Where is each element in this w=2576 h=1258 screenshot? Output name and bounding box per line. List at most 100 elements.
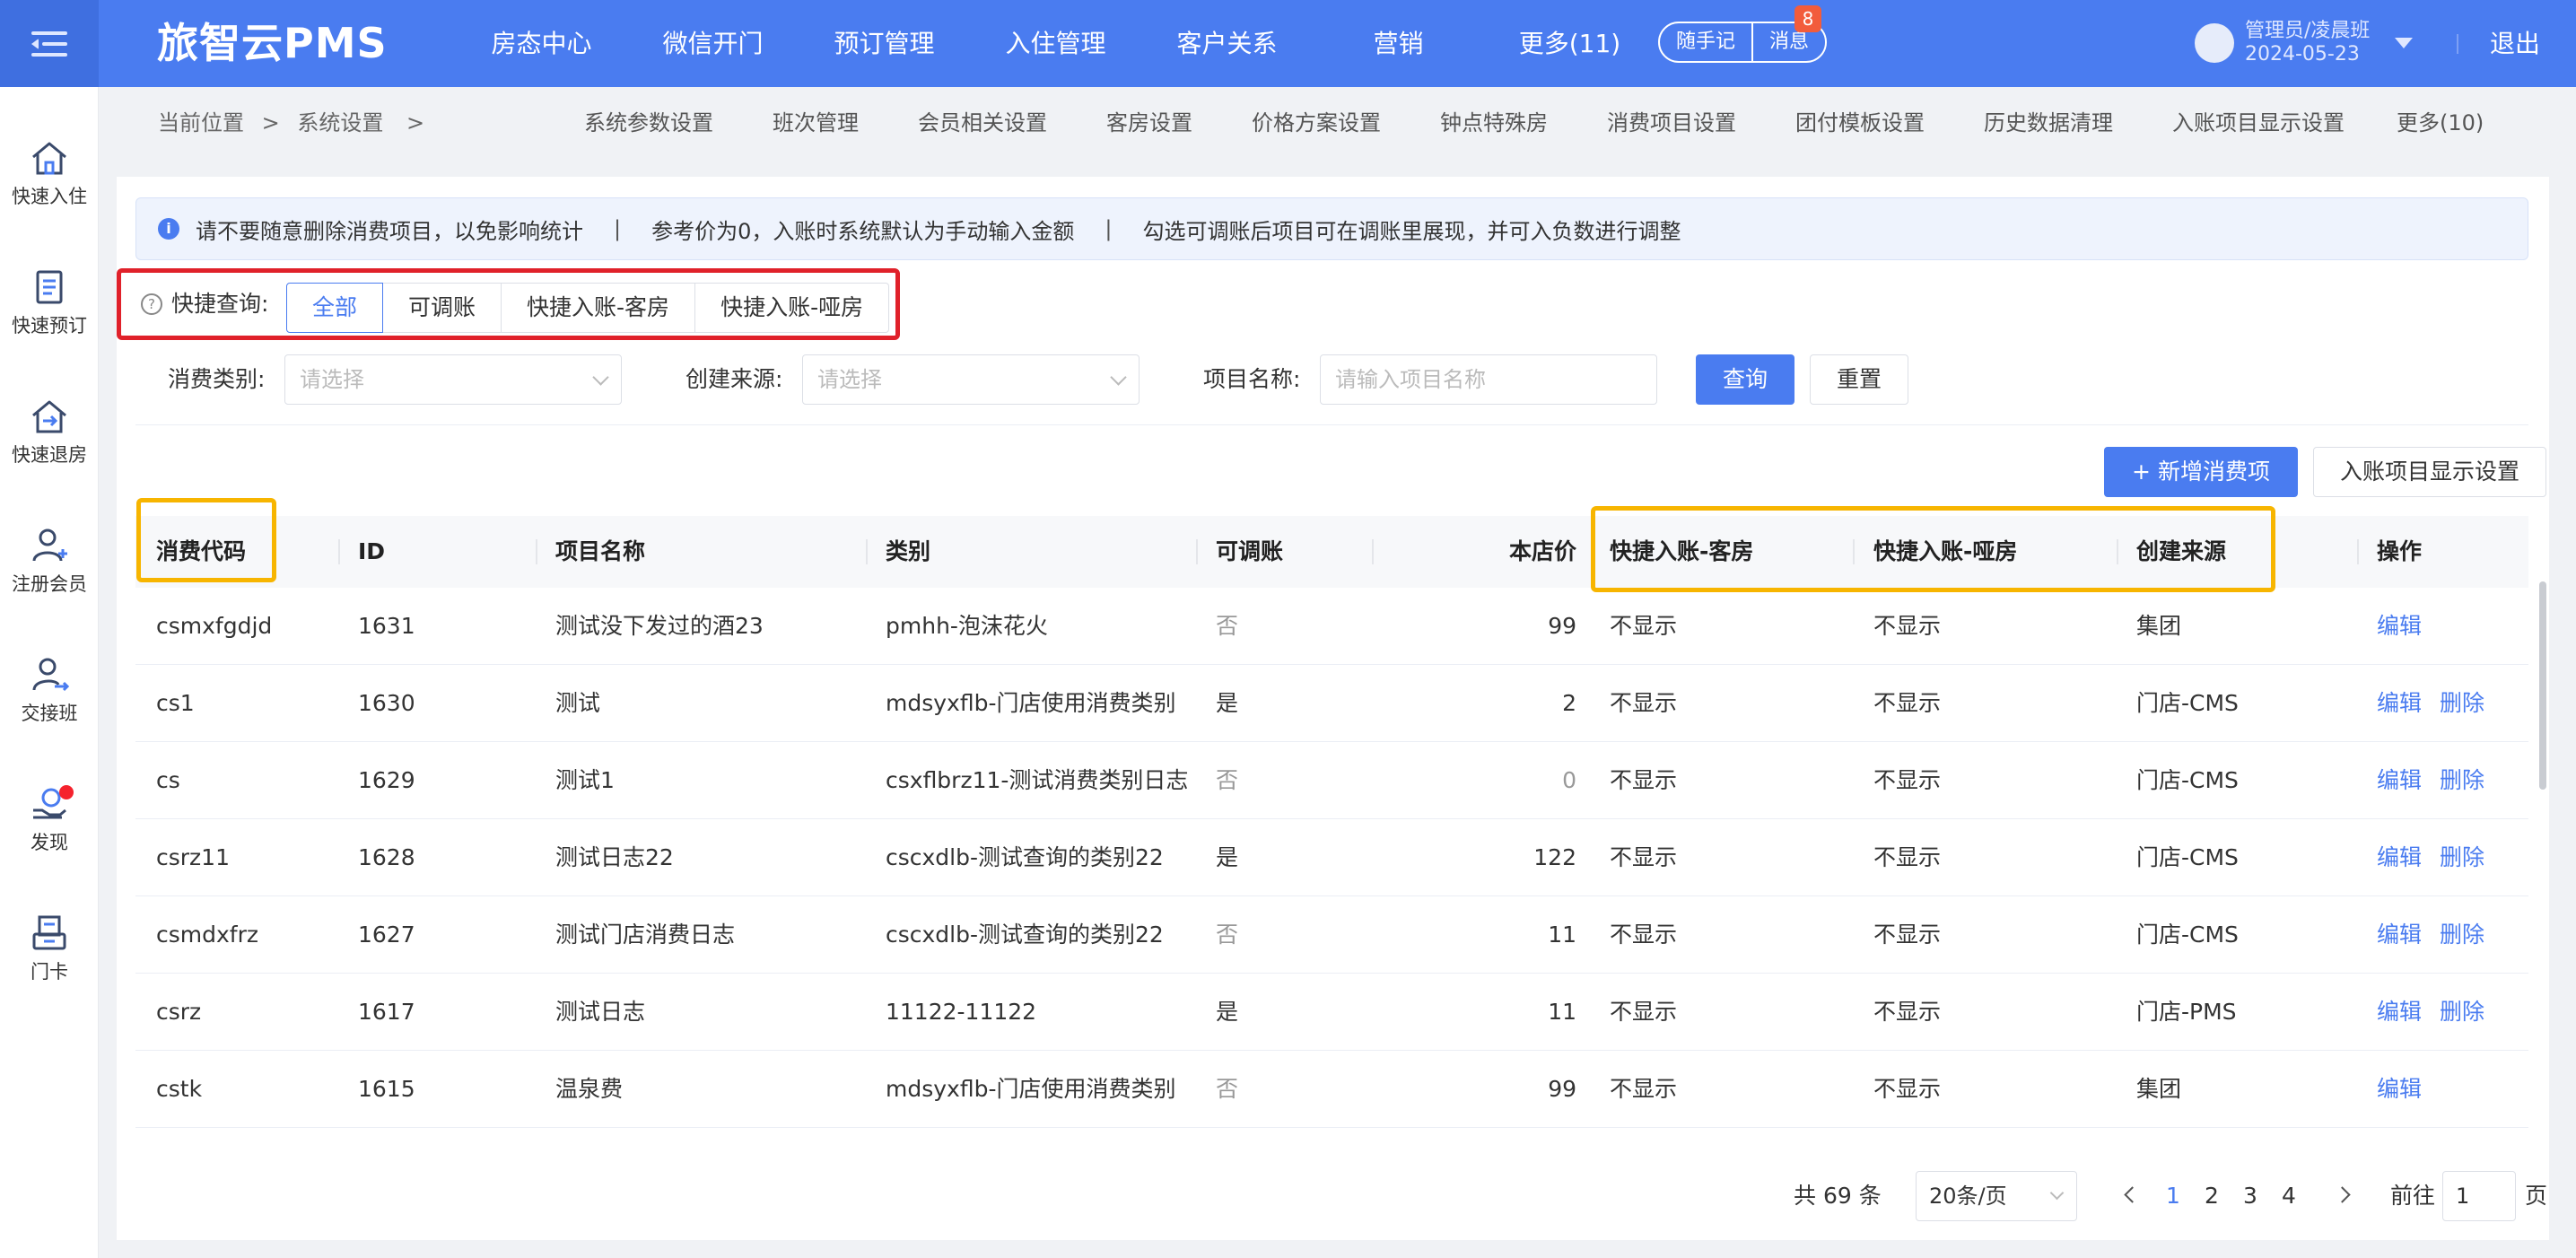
logout-button[interactable]: 退出 xyxy=(2490,0,2540,87)
total-count: 共 69 条 xyxy=(1794,1183,1882,1209)
item-name-input[interactable]: 请输入项目名称 xyxy=(1320,354,1657,405)
goto-page-input[interactable]: 1 xyxy=(2442,1171,2516,1221)
page-number-4[interactable]: 4 xyxy=(2282,1171,2296,1221)
sub-navigation-bar: 当前位置 > 系统设置 > 系统参数设置 班次管理 会员相关设置 客房设置 价格… xyxy=(99,87,2576,159)
source-select[interactable]: 请选择 xyxy=(802,354,1140,405)
edit-link[interactable]: 编辑 xyxy=(2377,767,2422,793)
table-scrollbar[interactable] xyxy=(2539,581,2546,790)
breadcrumb-separator: > xyxy=(261,110,280,135)
cell-category: cscxdlb-测试查询的类别22 xyxy=(886,844,1164,870)
nav-item-wechat-open[interactable]: 微信开门 xyxy=(627,0,799,87)
cell-quick-dummy: 不显示 xyxy=(1873,767,1942,793)
user-menu[interactable]: 管理员/凌晨班 2024-05-23 xyxy=(2195,20,2414,66)
subnav-hourly-room[interactable]: 钟点特殊房 xyxy=(1440,87,1607,159)
subnav-posting-display[interactable]: 入账项目显示设置 xyxy=(2172,87,2397,159)
caret-down-icon[interactable] xyxy=(2395,38,2414,48)
edit-link[interactable]: 编辑 xyxy=(2377,613,2422,639)
home-icon xyxy=(32,142,66,175)
sidebar-item-discover[interactable]: 发现 xyxy=(0,785,99,855)
cell-category: 11122-11122 xyxy=(886,999,1037,1025)
delete-link[interactable]: 删除 xyxy=(2440,844,2484,870)
column-header-name: 项目名称 xyxy=(555,538,646,564)
nav-item-more[interactable]: 更多(11) xyxy=(1484,0,1655,87)
cell-id: 1631 xyxy=(358,613,415,639)
help-circle-icon[interactable]: ? xyxy=(141,293,162,315)
delete-link[interactable]: 删除 xyxy=(2440,767,2484,793)
page-number-2[interactable]: 2 xyxy=(2205,1171,2219,1221)
posting-display-settings-button[interactable]: 入账项目显示设置 xyxy=(2313,447,2546,497)
delete-link[interactable]: 删除 xyxy=(2440,922,2484,948)
sidebar-item-room-card[interactable]: 门卡 xyxy=(0,914,99,984)
column-header-price: 本店价 xyxy=(1508,538,1576,564)
delete-link[interactable]: 删除 xyxy=(2440,690,2484,716)
subnav-shift-management[interactable]: 班次管理 xyxy=(773,87,918,159)
breadcrumb-current[interactable]: 系统设置 xyxy=(297,110,383,135)
edit-link[interactable]: 编辑 xyxy=(2377,690,2422,716)
cell-name: 测试日志 xyxy=(555,999,646,1025)
cell-code: csmdxfrz xyxy=(156,922,258,948)
category-select[interactable]: 请选择 xyxy=(284,354,622,405)
nav-item-crm[interactable]: 客户关系 xyxy=(1141,0,1313,87)
quick-query-label: ? 快捷查询: xyxy=(141,273,268,336)
sidebar-item-quick-checkout[interactable]: 快速退房 xyxy=(0,397,99,467)
cell-adjustable: 否 xyxy=(1216,922,1239,948)
add-consumption-item-button[interactable]: + 新增消费项 xyxy=(2104,447,2298,497)
cell-adjustable: 是 xyxy=(1216,690,1239,716)
notes-button[interactable]: 随手记 xyxy=(1660,23,1751,61)
cell-price: 0 xyxy=(1562,767,1576,793)
nav-item-booking[interactable]: 预订管理 xyxy=(799,0,970,87)
reset-button[interactable]: 重置 xyxy=(1810,354,1908,405)
subnav-more[interactable]: 更多(10) xyxy=(2397,87,2513,159)
table-row: csmdxfrz 1627 测试门店消费日志 cscxdlb-测试查询的类别22 否 11… xyxy=(135,896,2528,974)
notice-text-2: 参考价为0，入账时系统默认为手动输入金额 xyxy=(651,218,1075,244)
subnav-system-params[interactable]: 系统参数设置 xyxy=(584,87,773,159)
nav-item-room-status[interactable]: 房态中心 xyxy=(456,0,627,87)
delete-link[interactable]: 删除 xyxy=(2440,999,2484,1025)
sidebar-item-label: 快速入住 xyxy=(12,186,87,207)
card-printer-icon xyxy=(32,915,66,950)
table-body: csmxfgdjd 1631 测试没下发过的酒23 pmhh-泡沫花火否 99 不显示 不显… xyxy=(135,588,2528,1128)
sidebar-item-label: 门卡 xyxy=(31,961,68,983)
quick-query-dummy-posting[interactable]: 快捷入账-哑房 xyxy=(695,283,890,333)
menu-toggle-button[interactable] xyxy=(0,0,99,87)
sidebar-item-quick-checkin[interactable]: 快速入住 xyxy=(0,139,99,209)
subnav-price-plan[interactable]: 价格方案设置 xyxy=(1252,87,1440,159)
edit-link[interactable]: 编辑 xyxy=(2377,844,2422,870)
brand-logo: 旅智云PMS xyxy=(157,19,388,67)
chevron-down-icon xyxy=(1110,369,1127,386)
subnav-room-settings[interactable]: 客房设置 xyxy=(1106,87,1252,159)
column-header-category: 类别 xyxy=(886,538,931,564)
nav-item-marketing[interactable]: 营销 xyxy=(1313,0,1484,87)
subnav-history-cleanup[interactable]: 历史数据清理 xyxy=(1984,87,2172,159)
cell-category: mdsyxflb-门店使用消费类别 xyxy=(886,1076,1176,1102)
edit-link[interactable]: 编辑 xyxy=(2377,1076,2422,1102)
sidebar-item-quick-booking[interactable]: 快速预订 xyxy=(0,268,99,338)
goto-prefix: 前往 xyxy=(2390,1183,2436,1209)
subnav-consumption-items[interactable]: 消费项目设置 xyxy=(1607,87,1795,159)
messages-button[interactable]: 消息 8 xyxy=(1751,5,1825,61)
query-button[interactable]: 查询 xyxy=(1696,354,1794,405)
subnav-member-settings[interactable]: 会员相关设置 xyxy=(918,87,1106,159)
nav-item-checkin[interactable]: 入住管理 xyxy=(970,0,1141,87)
cell-source: 门店-CMS xyxy=(2136,844,2239,870)
page-number-1[interactable]: 1 xyxy=(2166,1171,2180,1221)
sidebar-item-register-member[interactable]: 注册会员 xyxy=(0,527,99,597)
column-header-id: ID xyxy=(358,538,386,564)
quick-query-adjustable[interactable]: 可调账 xyxy=(383,283,502,333)
sidebar-item-label: 发现 xyxy=(31,832,68,853)
cell-category: pmhh-泡沫花火 xyxy=(886,613,1048,639)
page-number-3[interactable]: 3 xyxy=(2243,1171,2257,1221)
cell-quick-room: 不显示 xyxy=(1610,690,1678,716)
cell-code: cs1 xyxy=(156,690,195,716)
cell-quick-room: 不显示 xyxy=(1610,999,1678,1025)
quick-query-room-posting[interactable]: 快捷入账-客房 xyxy=(502,283,696,333)
edit-link[interactable]: 编辑 xyxy=(2377,922,2422,948)
subnav-group-payment-template[interactable]: 团付模板设置 xyxy=(1795,87,1984,159)
cell-price: 2 xyxy=(1562,690,1576,716)
code-column-highlight xyxy=(136,498,276,582)
page-size-select[interactable]: 20条/页 xyxy=(1916,1171,2077,1221)
edit-link[interactable]: 编辑 xyxy=(2377,999,2422,1025)
quick-query-all[interactable]: 全部 xyxy=(286,283,384,333)
sidebar-item-shift-handover[interactable]: 交接班 xyxy=(0,656,99,726)
category-label: 消费类别: xyxy=(168,366,266,392)
